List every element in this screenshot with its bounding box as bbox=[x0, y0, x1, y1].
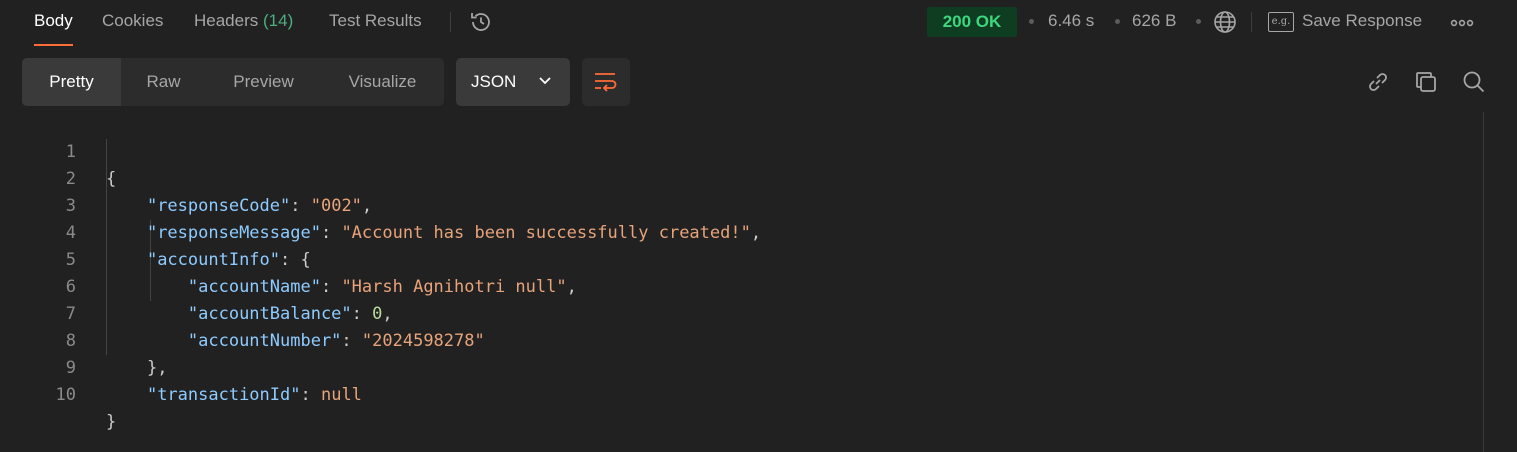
save-response-button[interactable]: Save Response bbox=[1302, 11, 1422, 31]
headers-count-badge: (14) bbox=[263, 11, 294, 30]
chevron-down-icon bbox=[539, 77, 551, 85]
response-time[interactable]: 6.46 s bbox=[1048, 11, 1094, 31]
meta-dot bbox=[1196, 19, 1201, 24]
tab-headers[interactable]: Headers (14) bbox=[194, 11, 293, 45]
tab-test-results[interactable]: Test Results bbox=[329, 11, 422, 45]
status-badge: 200 OK bbox=[927, 7, 1017, 37]
code-line: 9 "transactionId": null bbox=[0, 328, 1483, 405]
code-line: 5 "accountName": "Harsh Agnihotri null", bbox=[0, 220, 1483, 297]
view-mode-pretty[interactable]: Pretty bbox=[22, 58, 121, 106]
link-icon[interactable] bbox=[1365, 69, 1391, 95]
wrap-lines-icon bbox=[595, 73, 617, 92]
code-text: } bbox=[106, 412, 117, 432]
meta-dot bbox=[1115, 19, 1120, 24]
meta-dot bbox=[1029, 19, 1034, 24]
code-line: 4 "accountInfo": { bbox=[0, 193, 1483, 270]
view-mode-visualize[interactable]: Visualize bbox=[321, 58, 444, 106]
code-line: 1 { bbox=[0, 112, 1483, 189]
response-size[interactable]: 626 B bbox=[1132, 11, 1176, 31]
globe-icon[interactable] bbox=[1212, 9, 1238, 35]
code-line: 3 "responseMessage": "Account has been s… bbox=[0, 166, 1483, 243]
line-number: 10 bbox=[55, 385, 76, 405]
code-text: "transactionId": null bbox=[146, 385, 362, 405]
code-line: 6 "accountBalance": 0, bbox=[0, 247, 1483, 324]
tab-body[interactable]: Body bbox=[34, 11, 73, 46]
format-select[interactable]: JSON bbox=[456, 58, 570, 106]
tab-cookies[interactable]: Cookies bbox=[102, 11, 163, 45]
editor-scrollbar[interactable] bbox=[1483, 112, 1484, 452]
example-icon[interactable]: e.g. bbox=[1268, 12, 1294, 32]
code-line: 10 } bbox=[0, 355, 1483, 432]
tab-headers-label: Headers bbox=[194, 11, 259, 30]
view-mode-raw[interactable]: Raw bbox=[121, 58, 206, 106]
meta-divider bbox=[1251, 12, 1252, 32]
response-body-editor[interactable]: 1 { 2 "responseCode": "002", 3 "response… bbox=[0, 112, 1483, 452]
format-select-value: JSON bbox=[471, 72, 517, 91]
tab-divider bbox=[450, 12, 451, 32]
search-icon[interactable] bbox=[1461, 69, 1487, 95]
view-mode-selector: Pretty Raw Preview Visualize bbox=[22, 58, 444, 106]
wrap-lines-button[interactable] bbox=[582, 58, 630, 106]
copy-icon[interactable] bbox=[1413, 69, 1439, 95]
history-icon[interactable] bbox=[468, 9, 494, 35]
more-icon[interactable] bbox=[1450, 19, 1474, 27]
view-mode-preview[interactable]: Preview bbox=[206, 58, 321, 106]
response-tab-bar: Body Cookies Headers (14) Test Results 2… bbox=[0, 0, 1517, 46]
code-line: 7 "accountNumber": "2024598278" bbox=[0, 274, 1483, 351]
code-line: 2 "responseCode": "002", bbox=[0, 139, 1483, 216]
code-line: 8 }, bbox=[0, 301, 1483, 378]
